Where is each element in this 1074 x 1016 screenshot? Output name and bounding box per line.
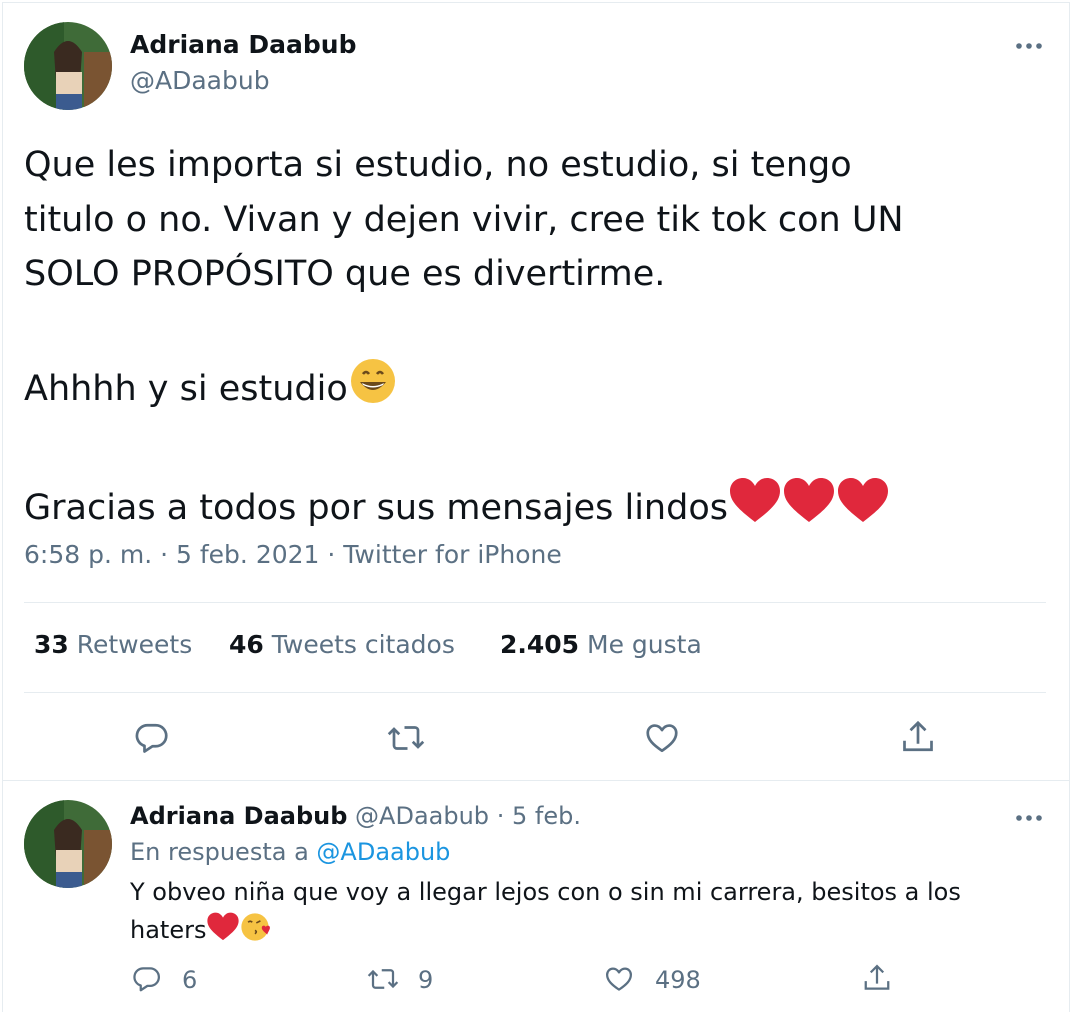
reply-text-line: Y obveo niña que voy a llegar lejos con …	[130, 878, 961, 906]
red-heart-icon	[782, 477, 836, 542]
retweet-icon[interactable]	[386, 720, 426, 756]
tweet-meta: 6:58 p. m. · 5 feb. 2021 · Twitter for i…	[24, 540, 562, 569]
tweet-text: Que les importa si estudio, no estudio, …	[24, 138, 1054, 542]
red-heart-icon	[728, 477, 782, 542]
reply-header: Adriana Daabub @ADaabub · 5 feb.	[130, 802, 581, 830]
share-icon[interactable]	[862, 962, 892, 994]
red-heart-icon	[206, 912, 240, 952]
author-handle[interactable]: @ADaabub	[130, 66, 270, 95]
reply-separator: ·	[496, 802, 505, 830]
like-icon[interactable]	[604, 964, 634, 994]
more-icon[interactable]	[1014, 38, 1044, 58]
reply-text: Y obveo niña que voy a llegar lejos con …	[130, 874, 1050, 954]
divider	[2, 780, 1070, 781]
divider	[24, 602, 1046, 603]
in-reply-to: En respuesta a @ADaabub	[130, 838, 450, 866]
likes-count: 2.405	[500, 630, 580, 659]
retweets-label: Retweets	[76, 630, 193, 659]
author-avatar[interactable]	[24, 22, 112, 110]
tweet-text-line: Que les importa si estudio, no estudio, …	[24, 145, 852, 185]
reply-icon[interactable]	[134, 720, 170, 756]
reply-count: 6	[182, 966, 198, 994]
reply-author-handle[interactable]: @ADaabub	[355, 802, 489, 830]
meta-separator: ·	[327, 540, 336, 569]
share-icon[interactable]	[900, 718, 936, 756]
face-blowing-a-kiss-icon	[240, 910, 274, 954]
reply-icon[interactable]	[132, 964, 162, 994]
in-reply-handle-link[interactable]: @ADaabub	[316, 838, 450, 866]
quotes-count: 46	[229, 630, 264, 659]
retweets-stat[interactable]: 33 Retweets	[34, 630, 192, 659]
in-reply-prefix: En respuesta a	[130, 838, 309, 866]
divider	[24, 692, 1046, 693]
reply-text-line: haters	[130, 916, 207, 944]
reply-author-name[interactable]: Adriana Daabub	[130, 802, 347, 830]
tweet-text-line: SOLO PROPÓSITO que es divertirme.	[24, 254, 666, 294]
tweet-source[interactable]: Twitter for iPhone	[343, 540, 561, 569]
quotes-label: Tweets citados	[271, 630, 455, 659]
more-icon[interactable]	[1014, 810, 1044, 830]
reply-author-avatar[interactable]	[24, 800, 112, 888]
tweet-time[interactable]: 6:58 p. m.	[24, 540, 152, 569]
retweets-count: 33	[34, 630, 69, 659]
likes-stat[interactable]: 2.405 Me gusta	[500, 630, 702, 659]
tweet-text-line: Ahhhh y si estudio	[24, 369, 348, 409]
likes-label: Me gusta	[587, 630, 702, 659]
grinning-face-icon	[348, 356, 398, 423]
quotes-stat[interactable]: 46 Tweets citados	[229, 630, 455, 659]
meta-separator: ·	[160, 540, 169, 569]
tweet-text-line: titulo o no. Vivan y dejen vivir, cree t…	[24, 199, 904, 240]
like-count: 498	[655, 966, 701, 994]
tweet-text-line: Gracias a todos por sus mensajes lindos	[24, 488, 728, 528]
red-heart-icon	[836, 477, 890, 542]
retweet-count: 9	[418, 966, 434, 994]
tweet-date[interactable]: 5 feb. 2021	[176, 540, 319, 569]
like-icon[interactable]	[644, 720, 680, 756]
retweet-icon[interactable]	[366, 964, 400, 994]
author-name[interactable]: Adriana Daabub	[130, 30, 356, 59]
reply-date[interactable]: 5 feb.	[512, 802, 581, 830]
